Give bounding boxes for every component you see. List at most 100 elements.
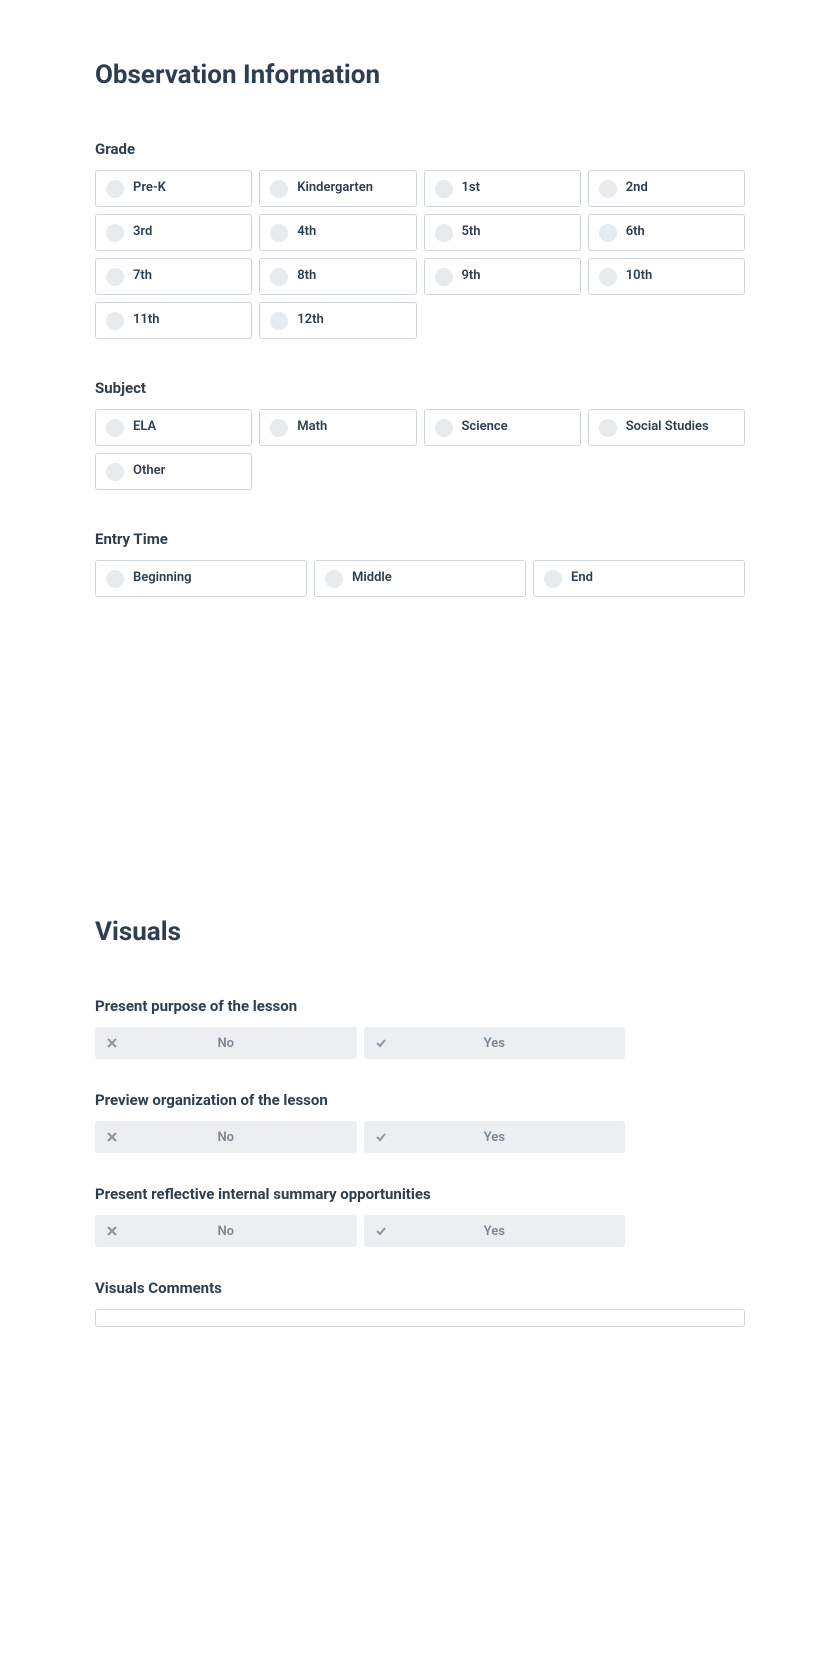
grade-option-2nd[interactable]: 2nd (588, 170, 745, 207)
option-label: Kindergarten (297, 179, 373, 197)
option-label: 9th (462, 267, 481, 285)
option-label: Pre-K (133, 179, 166, 197)
option-label: 2nd (626, 179, 648, 197)
subject-option-social-studies[interactable]: Social Studies (588, 409, 745, 446)
q3-yes[interactable]: Yes (364, 1215, 626, 1247)
q1-no[interactable]: No (95, 1027, 357, 1059)
option-label: 11th (133, 311, 159, 329)
radio-icon (599, 419, 617, 437)
radio-icon (106, 268, 124, 286)
grade-option-7th[interactable]: 7th (95, 258, 252, 295)
option-label: Science (462, 418, 508, 436)
option-label: Beginning (133, 569, 192, 587)
radio-icon (325, 570, 343, 588)
radio-icon (106, 180, 124, 198)
q1-group: No Yes (95, 1027, 625, 1059)
radio-icon (106, 419, 124, 437)
radio-icon (106, 570, 124, 588)
radio-icon (599, 180, 617, 198)
x-icon (105, 1130, 119, 1144)
option-label: End (571, 569, 593, 587)
grade-option-prek[interactable]: Pre-K (95, 170, 252, 207)
radio-icon (435, 180, 453, 198)
grade-option-4th[interactable]: 4th (259, 214, 416, 251)
subject-label: Subject (95, 379, 745, 397)
subject-option-ela[interactable]: ELA (95, 409, 252, 446)
subject-option-math[interactable]: Math (259, 409, 416, 446)
option-label: 12th (297, 311, 323, 329)
entry-time-group: Beginning Middle End (95, 560, 745, 597)
q3-label: Present reflective internal summary oppo… (95, 1185, 745, 1203)
option-label: No (217, 1224, 234, 1239)
radio-icon (270, 180, 288, 198)
subject-group: ELA Math Science Social Studies Other (95, 409, 745, 490)
q2-no[interactable]: No (95, 1121, 357, 1153)
grade-option-kindergarten[interactable]: Kindergarten (259, 170, 416, 207)
radio-icon (599, 224, 617, 242)
option-label: Math (297, 418, 327, 436)
option-label: No (217, 1036, 234, 1051)
radio-icon (435, 419, 453, 437)
visuals-comments-label: Visuals Comments (95, 1279, 745, 1297)
radio-icon (544, 570, 562, 588)
check-icon (374, 1130, 388, 1144)
entry-time-label: Entry Time (95, 530, 745, 548)
entry-time-option-end[interactable]: End (533, 560, 745, 597)
check-icon (374, 1036, 388, 1050)
option-label: 8th (297, 267, 316, 285)
visuals-comments-input[interactable] (95, 1309, 745, 1327)
subject-option-other[interactable]: Other (95, 453, 252, 490)
radio-icon (435, 224, 453, 242)
option-label: Other (133, 462, 165, 480)
option-label: 10th (626, 267, 652, 285)
radio-icon (599, 268, 617, 286)
grade-option-6th[interactable]: 6th (588, 214, 745, 251)
grade-option-11th[interactable]: 11th (95, 302, 252, 339)
radio-icon (106, 312, 124, 330)
radio-icon (270, 268, 288, 286)
q3-no[interactable]: No (95, 1215, 357, 1247)
option-label: Yes (484, 1224, 505, 1239)
grade-option-3rd[interactable]: 3rd (95, 214, 252, 251)
q3-group: No Yes (95, 1215, 625, 1247)
grade-option-10th[interactable]: 10th (588, 258, 745, 295)
grade-option-12th[interactable]: 12th (259, 302, 416, 339)
grade-group: Pre-K Kindergarten 1st 2nd 3rd 4th 5th (95, 170, 745, 339)
grade-option-5th[interactable]: 5th (424, 214, 581, 251)
option-label: 7th (133, 267, 152, 285)
option-label: Yes (484, 1036, 505, 1051)
entry-time-option-middle[interactable]: Middle (314, 560, 526, 597)
entry-time-option-beginning[interactable]: Beginning (95, 560, 307, 597)
option-label: Middle (352, 569, 392, 587)
radio-icon (270, 312, 288, 330)
radio-icon (270, 224, 288, 242)
option-label: ELA (133, 418, 156, 436)
option-label: 4th (297, 223, 316, 241)
radio-icon (270, 419, 288, 437)
grade-option-9th[interactable]: 9th (424, 258, 581, 295)
grade-option-8th[interactable]: 8th (259, 258, 416, 295)
option-label: 3rd (133, 223, 152, 241)
grade-option-1st[interactable]: 1st (424, 170, 581, 207)
radio-icon (106, 224, 124, 242)
option-label: 5th (462, 223, 481, 241)
q2-group: No Yes (95, 1121, 625, 1153)
page-title: Observation Information (95, 60, 745, 90)
option-label: 6th (626, 223, 645, 241)
check-icon (374, 1224, 388, 1238)
q1-label: Present purpose of the lesson (95, 997, 745, 1015)
q2-label: Preview organization of the lesson (95, 1091, 745, 1109)
visuals-title: Visuals (95, 917, 745, 947)
option-label: Social Studies (626, 418, 709, 436)
x-icon (105, 1224, 119, 1238)
q1-yes[interactable]: Yes (364, 1027, 626, 1059)
radio-icon (106, 463, 124, 481)
grade-label: Grade (95, 140, 745, 158)
option-label: No (217, 1130, 234, 1145)
radio-icon (435, 268, 453, 286)
q2-yes[interactable]: Yes (364, 1121, 626, 1153)
subject-option-science[interactable]: Science (424, 409, 581, 446)
option-label: 1st (462, 179, 480, 197)
x-icon (105, 1036, 119, 1050)
option-label: Yes (484, 1130, 505, 1145)
